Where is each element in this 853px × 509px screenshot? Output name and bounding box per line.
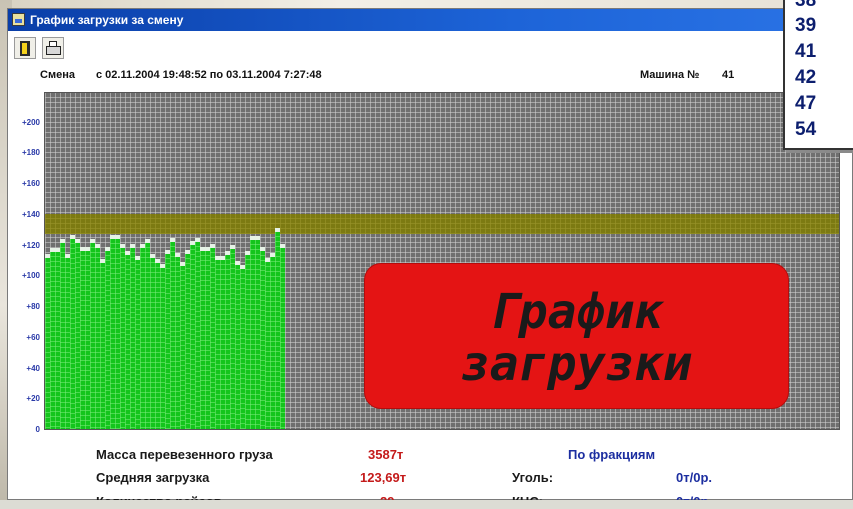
print-button[interactable] bbox=[42, 37, 64, 59]
banner-text: График загрузки bbox=[460, 284, 693, 392]
bar-cap bbox=[210, 243, 215, 248]
shift-range: с 02.11.2004 19:48:52 по 03.11.2004 7:27… bbox=[96, 69, 322, 81]
chart-window: График загрузки за смену Смена с 02.11.2… bbox=[7, 8, 853, 509]
shift-label: Смена bbox=[40, 69, 75, 81]
bar-cap bbox=[70, 234, 75, 239]
bar-cap bbox=[130, 243, 135, 248]
machine-number: 41 bbox=[722, 69, 735, 81]
avg-load-value: 123,69т bbox=[360, 470, 407, 485]
bar-cap bbox=[275, 228, 280, 233]
bar-cap bbox=[145, 239, 150, 244]
bottom-edge bbox=[0, 500, 853, 509]
bar-cap bbox=[75, 239, 80, 244]
title-bar[interactable]: График загрузки за смену bbox=[8, 9, 852, 31]
machine-label: Машина № bbox=[640, 69, 700, 81]
fractions-title: По фракциям bbox=[568, 447, 656, 462]
app-icon bbox=[12, 13, 25, 26]
mass-label: Масса перевезенного груза bbox=[96, 447, 273, 462]
y-tick-label: +200 bbox=[21, 117, 40, 127]
door-exit-icon bbox=[20, 41, 30, 56]
bar-cap bbox=[260, 246, 265, 251]
bar-cap bbox=[175, 252, 180, 257]
bar-cap bbox=[95, 243, 100, 248]
desktop-background-top bbox=[0, 0, 853, 8]
y-tick-label: +180 bbox=[21, 148, 40, 158]
y-tick-label: +40 bbox=[26, 363, 40, 373]
shift-info-row: Смена с 02.11.2004 19:48:52 по 03.11.200… bbox=[8, 69, 852, 85]
y-tick-label: +140 bbox=[21, 209, 40, 219]
bar-cap bbox=[280, 243, 285, 248]
bar bbox=[280, 243, 285, 429]
window-title: График загрузки за смену bbox=[30, 13, 184, 27]
y-tick-label: +100 bbox=[21, 271, 40, 281]
bar-cap bbox=[255, 236, 260, 241]
bar-cap bbox=[155, 259, 160, 264]
bar-cap bbox=[115, 234, 120, 239]
fraction-value: 0т/0р. bbox=[676, 470, 712, 485]
bar-cap bbox=[170, 237, 175, 242]
avg-load-label: Средняя загрузка bbox=[96, 470, 210, 485]
bar-cap bbox=[195, 237, 200, 242]
list-item[interactable]: 39 bbox=[795, 15, 816, 37]
y-tick-label: +120 bbox=[21, 240, 40, 250]
y-tick-label: 0 bbox=[35, 425, 40, 434]
list-item[interactable]: 41 bbox=[795, 41, 816, 63]
y-tick-label: +60 bbox=[26, 332, 40, 342]
list-item[interactable]: 42 bbox=[795, 67, 816, 89]
chart-title-banner: График загрузки bbox=[365, 264, 788, 408]
y-axis: +200 +180 +160 +140 +120 +100 +80 +60 +40 +20 0 bbox=[8, 84, 44, 434]
mass-value: 3587т bbox=[368, 447, 404, 462]
bar-cap bbox=[235, 260, 240, 265]
list-item[interactable]: 54 bbox=[795, 119, 816, 141]
bar-cap bbox=[150, 254, 155, 259]
y-tick-label: +80 bbox=[26, 302, 40, 312]
y-tick-label: +20 bbox=[26, 394, 40, 404]
list-item[interactable]: 38 bbox=[795, 0, 816, 12]
exit-button[interactable] bbox=[14, 37, 36, 59]
bar-cap bbox=[120, 243, 125, 248]
y-tick-label: +160 bbox=[21, 179, 40, 189]
bar-cap bbox=[90, 239, 95, 244]
printer-icon bbox=[46, 41, 61, 55]
machine-list-popup[interactable]: 38 39 41 42 47 54 bbox=[783, 0, 853, 150]
stats-panel: Масса перевезенного груза 3587т Средняя … bbox=[8, 439, 852, 509]
bar-cap bbox=[60, 239, 65, 244]
fraction-label: Уголь: bbox=[512, 470, 554, 485]
list-item[interactable]: 47 bbox=[795, 93, 816, 115]
bar-cap bbox=[230, 245, 235, 250]
